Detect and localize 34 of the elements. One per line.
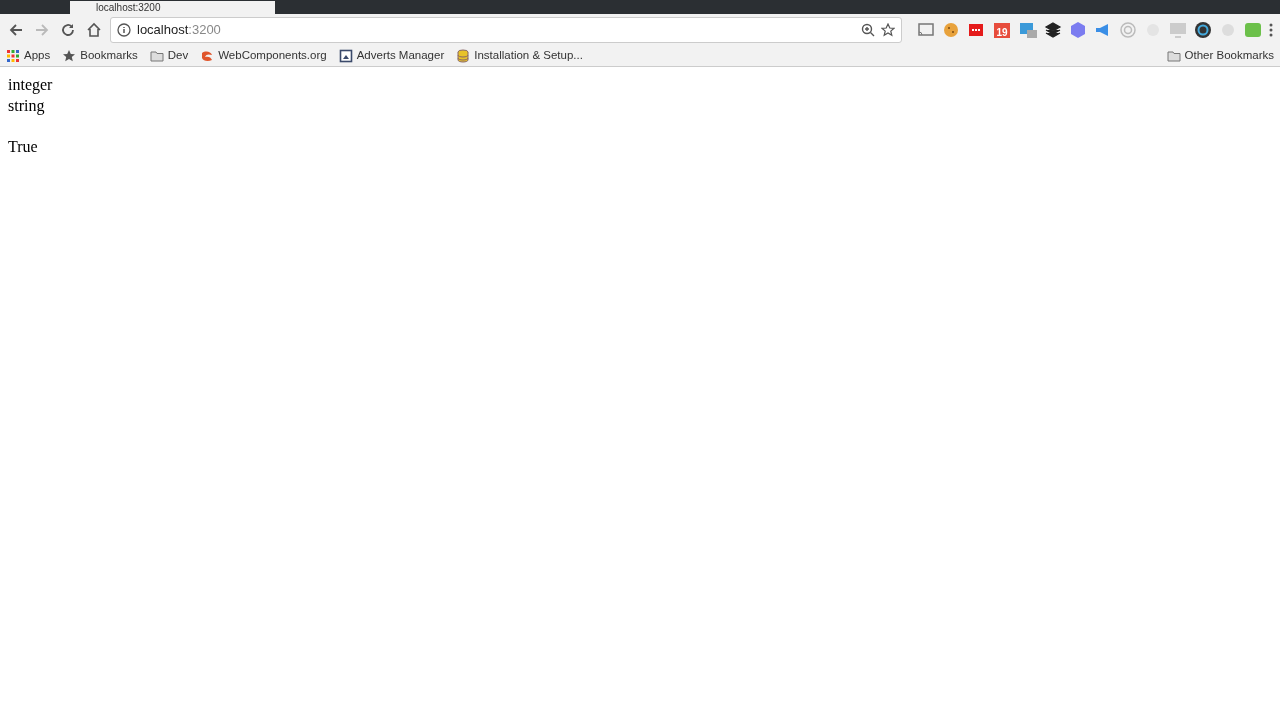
output-line: integer: [8, 75, 53, 96]
layers-icon[interactable]: [1043, 20, 1063, 40]
database-icon: [456, 49, 471, 63]
address-bar[interactable]: localhost:3200: [110, 17, 902, 43]
swirl-logo-icon: [200, 49, 215, 63]
folder-icon: [1166, 49, 1181, 63]
forward-icon: [34, 22, 50, 38]
output-line: string: [8, 95, 45, 116]
other-bookmarks-item[interactable]: Other Bookmarks: [1166, 47, 1274, 65]
hexagon-icon[interactable]: [1068, 20, 1088, 40]
bookmark-item[interactable]: Adverts Manager: [338, 47, 445, 65]
menu-icon[interactable]: [1268, 22, 1274, 38]
star-icon[interactable]: [881, 23, 895, 37]
bookmark-item[interactable]: Dev: [149, 47, 189, 65]
bookmark-item[interactable]: Apps: [6, 47, 51, 65]
window-icon[interactable]: [1018, 20, 1038, 40]
color-wheel-icon[interactable]: [1193, 20, 1213, 40]
star-icon: [62, 49, 77, 63]
cookie-icon[interactable]: [941, 20, 961, 40]
apps-grid-icon: [6, 49, 20, 63]
reload-icon: [60, 22, 76, 38]
browser-tab[interactable]: localhost:3200: [70, 1, 275, 14]
back-icon: [8, 22, 24, 38]
output-line: True: [8, 136, 38, 157]
home-icon: [86, 22, 102, 38]
folder-icon: [149, 49, 164, 63]
bookmark-item[interactable]: WebComponents.org: [200, 47, 327, 65]
bookmark-item[interactable]: Bookmarks: [62, 47, 138, 65]
zoom-icon: [861, 23, 875, 37]
calendar-extension-button[interactable]: 19: [991, 19, 1013, 41]
url-text: localhost:3200: [137, 21, 222, 40]
bookmark-item[interactable]: Installation & Setup...: [456, 47, 583, 65]
info-icon: [117, 23, 131, 37]
image-page-icon: [338, 49, 353, 63]
